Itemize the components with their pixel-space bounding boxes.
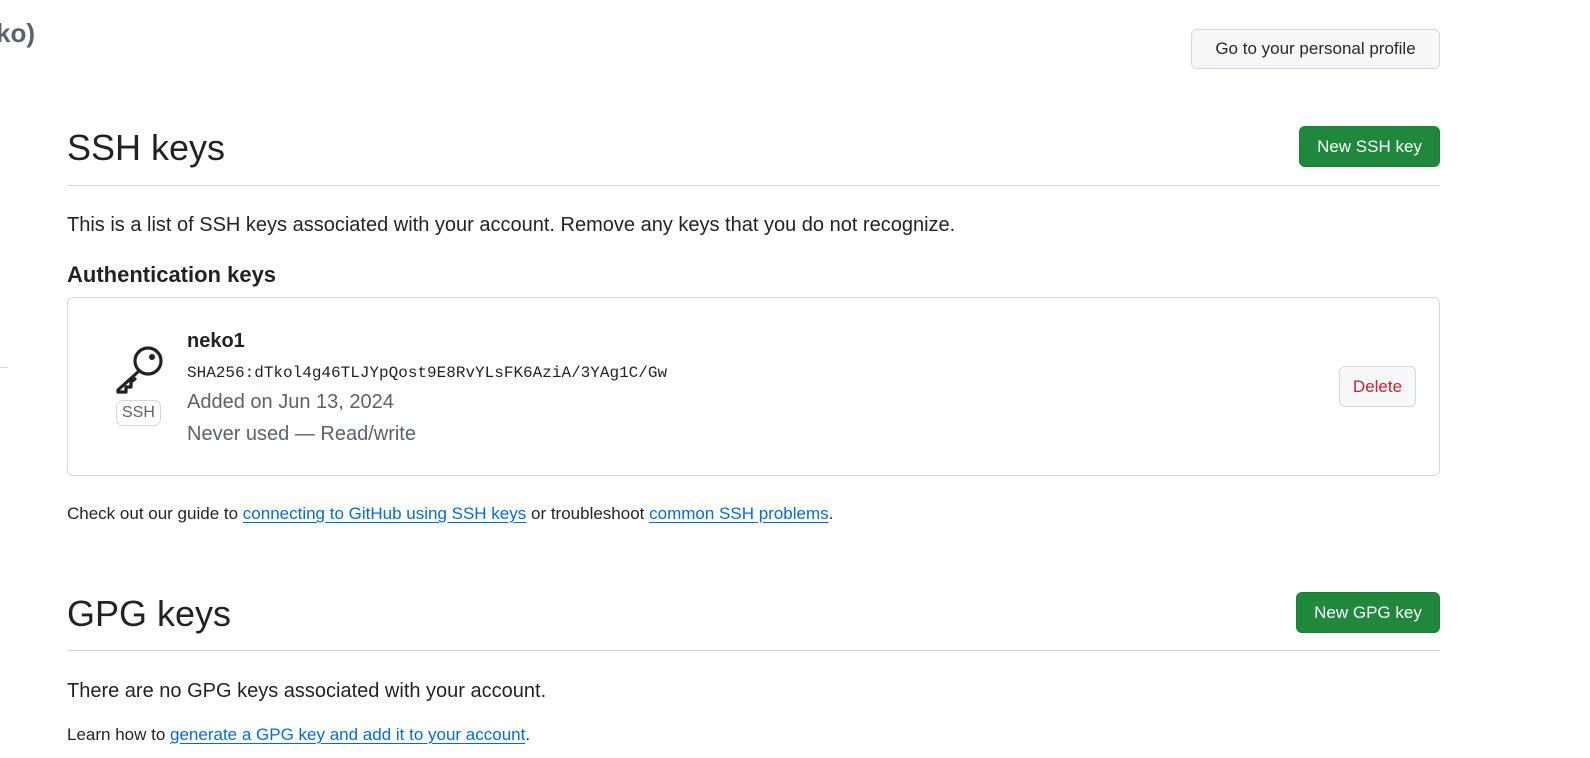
page-title-partial: ko) [0, 18, 35, 48]
ssh-guide-suffix: . [828, 504, 834, 523]
key-usage-status: Never used — Read/write [187, 423, 416, 445]
key-name: neko1 [187, 330, 245, 352]
gpg-learn-text: Learn how to generate a GPG key and add … [67, 725, 530, 745]
ssh-keys-heading: SSH keys [67, 127, 226, 168]
gpg-empty-text: There are no GPG keys associated with yo… [67, 680, 547, 702]
ssh-description: This is a list of SSH keys associated wi… [67, 214, 956, 236]
ssh-divider [67, 185, 1440, 186]
new-gpg-key-button[interactable]: New GPG key [1296, 592, 1440, 633]
gpg-divider [67, 650, 1440, 651]
go-to-personal-profile-button[interactable]: Go to your personal profile [1191, 29, 1440, 69]
ssh-key-item: SSH neko1 SHA256:dTkol4g46TLJYpQost9E8Rv… [67, 297, 1440, 476]
new-ssh-key-button[interactable]: New SSH key [1299, 126, 1440, 167]
connecting-ssh-keys-link[interactable]: connecting to GitHub using SSH keys [243, 504, 526, 523]
ssh-guide-prefix: Check out our guide to [67, 504, 243, 523]
gpg-learn-prefix: Learn how to [67, 725, 171, 744]
left-divider [0, 367, 8, 368]
authentication-keys-heading: Authentication keys [67, 262, 277, 287]
common-ssh-problems-link[interactable]: common SSH problems [649, 504, 829, 523]
ssh-type-badge: SSH [116, 400, 161, 426]
key-added-date: Added on Jun 13, 2024 [187, 391, 394, 413]
generate-gpg-key-link[interactable]: generate a GPG key and add it to your ac… [170, 725, 525, 744]
gpg-learn-suffix: . [525, 725, 531, 744]
gpg-keys-heading: GPG keys [67, 593, 232, 634]
delete-key-button[interactable]: Delete [1339, 366, 1416, 407]
key-fingerprint: SHA256:dTkol4g46TLJYpQost9E8RvYLsFK6AziA… [187, 364, 668, 382]
key-icon [114, 344, 166, 394]
ssh-guide-text: Check out our guide to connecting to Git… [67, 504, 833, 524]
ssh-guide-middle: or troubleshoot [526, 504, 650, 523]
